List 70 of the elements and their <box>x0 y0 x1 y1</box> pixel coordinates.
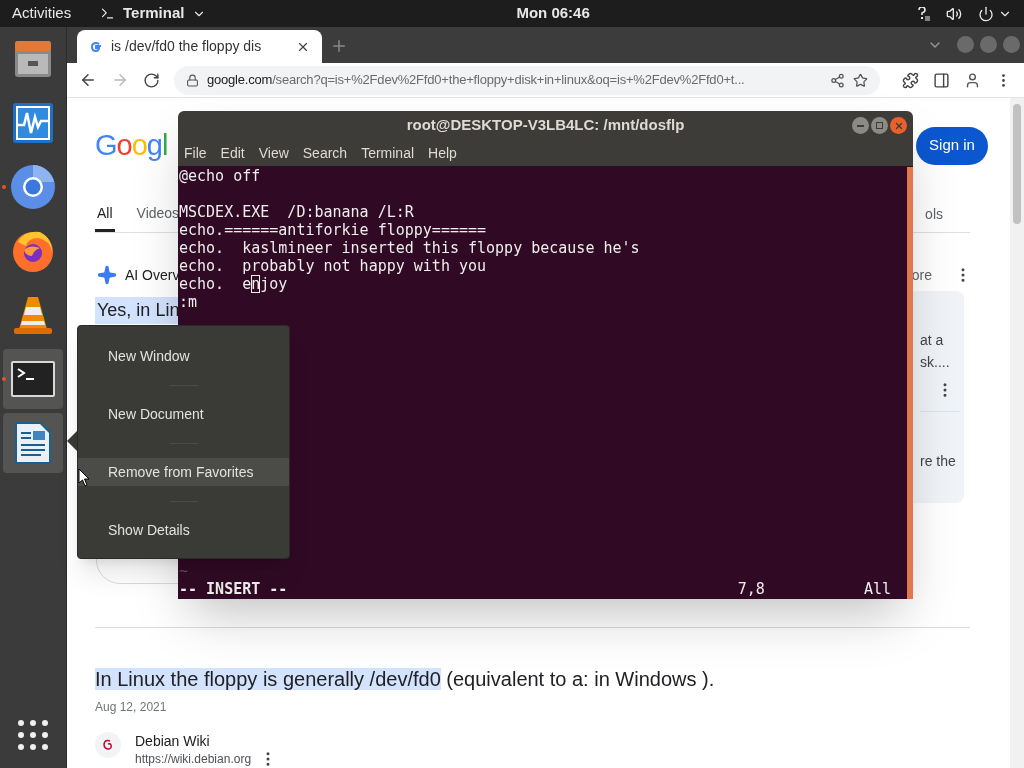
url-text: google.com/search?q=is+%2Fdev%2Ffd0+the+floppy+disk+in+linux&oq=is+%2Fdev%2Ffd0+t... <box>206 71 746 90</box>
card-text: sk.... <box>920 353 950 372</box>
dock-item[interactable] <box>3 349 63 409</box>
source-url: https://wiki.debian.org <box>135 752 252 766</box>
terminal-line: echo.======antiforkie floppy====== <box>179 221 488 239</box>
sparkle-icon <box>97 265 117 285</box>
source-name: Debian Wiki <box>135 732 211 750</box>
search-tab[interactable]: All <box>95 193 115 232</box>
google-favicon-icon <box>89 39 103 54</box>
new-tab-icon[interactable] <box>330 37 348 55</box>
google-logo: Googl <box>95 127 168 163</box>
lock-icon <box>185 73 199 87</box>
menu-item[interactable]: View <box>258 142 289 164</box>
featured-snippet: In Linux the floppy is generally /dev/fd0 (equivalent to a: in Windows ). <box>95 667 716 692</box>
card-text: re the <box>920 452 956 471</box>
activities-button[interactable]: Activities <box>12 2 100 25</box>
dock-item[interactable] <box>3 413 63 473</box>
menu-item[interactable]: Terminal <box>361 142 415 164</box>
terminal-icon <box>10 360 56 398</box>
tab-title: is /dev/fd0 the floppy dis <box>111 37 263 56</box>
volume-icon[interactable] <box>946 5 962 22</box>
browser-icon <box>10 164 56 210</box>
reload-icon[interactable] <box>142 71 160 89</box>
app-grid-icon[interactable] <box>18 720 48 750</box>
cursor-position: 7,8 <box>737 580 765 598</box>
app-menu[interactable]: Terminal <box>100 2 207 25</box>
side-panel-icon[interactable] <box>933 71 951 89</box>
terminal-line: MSCDEX.EXE /D:banana /L:R <box>179 203 415 221</box>
terminal-line: @echo off <box>179 167 262 185</box>
terminal-line: :m <box>179 293 199 311</box>
maximize-button[interactable] <box>871 117 888 134</box>
network-icon[interactable] <box>916 6 930 21</box>
vim-mode: -- INSERT -- <box>179 580 288 598</box>
more-link[interactable]: ore <box>911 264 932 286</box>
search-tab[interactable]: ols <box>925 193 943 232</box>
card-text: at a <box>920 331 944 350</box>
scrollbar[interactable] <box>1010 98 1024 768</box>
browser-tab[interactable]: is /dev/fd0 the floppy dis <box>77 30 322 63</box>
back-icon[interactable] <box>79 71 97 89</box>
mouse-pointer-icon <box>78 468 90 487</box>
window-title: root@DESKTOP-V3LB4LC: /mnt/dosflp <box>406 115 685 136</box>
star-icon[interactable] <box>853 72 869 88</box>
power-icon[interactable] <box>978 5 994 22</box>
menu-item[interactable]: Show Details <box>78 516 289 544</box>
terminal-icon <box>100 6 115 21</box>
extensions-icon[interactable] <box>902 71 920 89</box>
snippet-date: Aug 12, 2021 <box>95 699 168 716</box>
menu-item[interactable]: Help <box>428 142 457 164</box>
terminal-line: echo. kaslmineer inserted this floppy because he's <box>179 239 641 257</box>
ai-overview-title: AI Overv <box>125 265 180 285</box>
menu-item[interactable]: Remove from Favorites <box>78 458 289 486</box>
menu-item[interactable]: File <box>184 142 207 164</box>
share-icon[interactable] <box>830 72 846 88</box>
close-button[interactable] <box>890 117 907 134</box>
terminal-line: echo. probably not happy with you <box>179 257 488 275</box>
debian-favicon-icon <box>95 732 121 758</box>
menu-item[interactable]: Search <box>302 142 348 164</box>
scroll-position: All <box>863 580 891 598</box>
close-icon <box>893 120 904 131</box>
minimize-button[interactable] <box>852 117 869 134</box>
menu-item[interactable]: New Window <box>78 342 289 370</box>
clock[interactable]: Mon 06:46 <box>516 2 590 25</box>
menu-item[interactable]: New Document <box>78 400 289 428</box>
address-bar[interactable]: google.com/search?q=is+%2Fdev%2Ffd0+the+floppy+disk+in+linux&oq=is+%2Fdev%2Ffd0+t... <box>173 65 881 95</box>
menu-item[interactable]: Edit <box>220 142 245 164</box>
document-icon <box>13 420 53 466</box>
empty-line-tilde: ~ <box>179 562 189 580</box>
sign-in-button[interactable]: Sign in <box>916 126 988 165</box>
system-monitor-icon <box>11 101 55 145</box>
scrollbar-thumb[interactable] <box>1013 104 1021 224</box>
